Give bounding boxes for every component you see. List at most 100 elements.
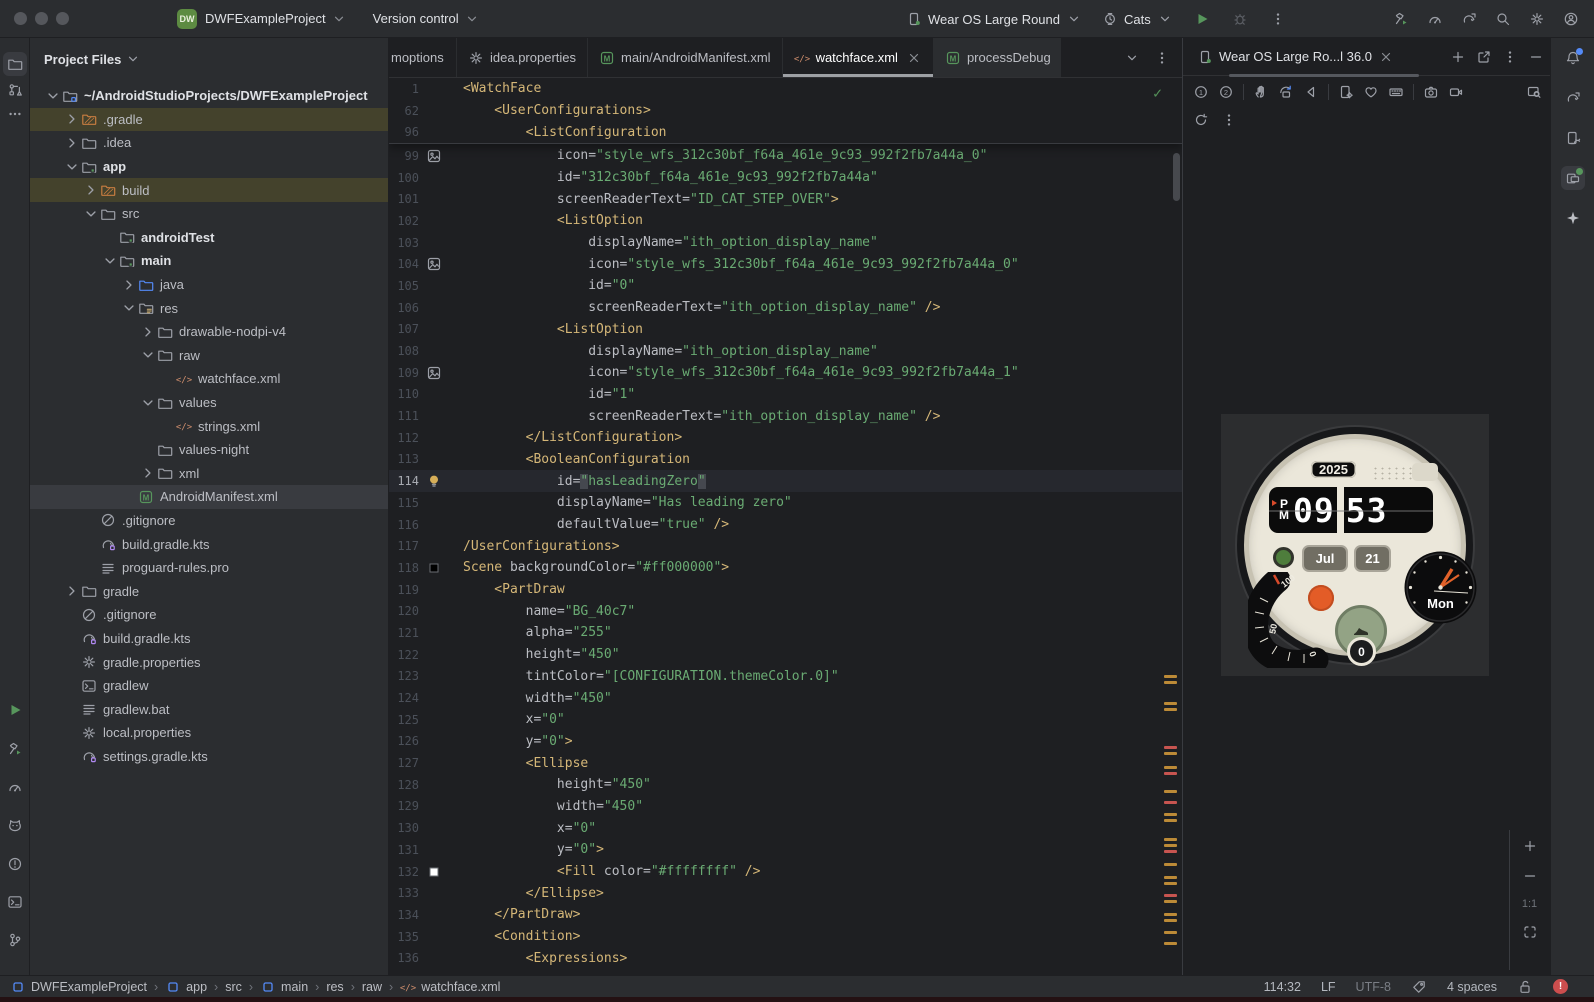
warning-stripe-mark[interactable] <box>1164 913 1177 916</box>
chevron-right-icon[interactable] <box>139 323 157 341</box>
tool-stripe-problems[interactable] <box>3 852 27 876</box>
tree-row-strings.xml[interactable]: </>strings.xml <box>30 414 388 438</box>
code-line-132[interactable]: 132 <Fill color="#ffffffff" /> <box>389 861 1182 883</box>
code-line-116[interactable]: 116 defaultValue="true" /> <box>389 514 1182 536</box>
tree-row-raw[interactable]: raw <box>30 344 388 368</box>
device-screen[interactable]: 2025 P M 09 53 Jul 21 <box>1221 414 1489 676</box>
tree-row-gradle[interactable]: gradle <box>30 579 388 603</box>
tree-row-.gitignore[interactable]: .gitignore <box>30 509 388 533</box>
code-line-112[interactable]: 112 </ListConfiguration> <box>389 427 1182 449</box>
warning-stripe-mark[interactable] <box>1164 838 1177 841</box>
tree-row-androidmanifest.xml[interactable]: MAndroidManifest.xml <box>30 485 388 509</box>
warning-stripe-mark[interactable] <box>1164 931 1177 934</box>
code-line-107[interactable]: 107 <ListOption <box>389 319 1182 341</box>
chevron-right-icon[interactable] <box>120 276 138 294</box>
tree-row-androidtest[interactable]: androidTest <box>30 226 388 250</box>
warning-stripe-mark[interactable] <box>1164 876 1177 879</box>
image-gutter-icon[interactable] <box>419 256 449 272</box>
chevron-down-icon[interactable] <box>120 299 138 317</box>
close-icon[interactable] <box>906 50 922 66</box>
close-icon[interactable] <box>1378 49 1394 65</box>
more-run-actions-icon[interactable] <box>1261 0 1295 38</box>
gradle-sync-icon[interactable] <box>1452 0 1486 38</box>
run-button[interactable] <box>1185 0 1219 38</box>
chevron-down-icon[interactable] <box>63 158 81 176</box>
tree-row-build.gradle.kts[interactable]: build.gradle.kts <box>30 532 388 556</box>
chevron-down-icon[interactable] <box>82 205 100 223</box>
hardware-button-1-icon[interactable]: 1 <box>1193 84 1209 100</box>
code-line-124[interactable]: 124 width="450" <box>389 687 1182 709</box>
code-line-131[interactable]: 131 y="0"> <box>389 839 1182 861</box>
hardware-input-icon[interactable] <box>1388 84 1404 100</box>
bulb-gutter-icon[interactable] <box>419 473 449 489</box>
build-hammer-icon[interactable] <box>1384 0 1418 38</box>
code-line-101[interactable]: 101 screenReaderText="ID_CAT_STEP_OVER"> <box>389 188 1182 210</box>
tree-row-values-night[interactable]: values-night <box>30 438 388 462</box>
window-zoom-button[interactable] <box>56 12 69 25</box>
code-line-105[interactable]: 105 id="0" <box>389 275 1182 297</box>
error-indicator[interactable]: ! <box>1553 979 1568 994</box>
palm-button-icon[interactable] <box>1253 84 1269 100</box>
code-line-136[interactable]: 136 <Expressions> <box>389 947 1182 969</box>
reset-view-icon[interactable] <box>1193 112 1209 128</box>
image-gutter-icon[interactable] <box>419 148 449 164</box>
debug-button[interactable] <box>1223 0 1257 38</box>
tree-row-gradlew.bat[interactable]: gradlew.bat <box>30 697 388 721</box>
zoom-in-icon[interactable] <box>1522 838 1538 854</box>
warning-stripe-mark[interactable] <box>1164 766 1177 769</box>
editor-tab-watchface.xml[interactable]: </>watchface.xml <box>783 38 934 77</box>
tree-row-.idea[interactable]: .idea <box>30 131 388 155</box>
take-screenshot-icon[interactable] <box>1423 84 1439 100</box>
image-gutter-icon[interactable] <box>419 365 449 381</box>
swatch-black-gutter-icon[interactable] <box>419 560 449 576</box>
code-line-104[interactable]: 104 icon="style_wfs_312c30bf_f64a_461e_9… <box>389 253 1182 275</box>
code-line-106[interactable]: 106 screenReaderText="ith_option_display… <box>389 297 1182 319</box>
tilt-device-icon[interactable] <box>1278 84 1294 100</box>
editor-tab-main-androidmanifest.xml[interactable]: Mmain/AndroidManifest.xml <box>588 38 783 77</box>
warning-stripe-mark[interactable] <box>1164 702 1177 705</box>
tool-stripe-notifications[interactable] <box>1561 46 1585 70</box>
breadcrumb-res[interactable]: res <box>326 980 343 994</box>
device-tab[interactable]: Wear OS Large Ro...l 36.0 <box>1183 49 1402 65</box>
chevron-right-icon[interactable] <box>63 582 81 600</box>
record-screen-icon[interactable] <box>1448 84 1464 100</box>
code-line-120[interactable]: 120 name="BG_40c7" <box>389 600 1182 622</box>
tree-row-gradle.properties[interactable]: gradle.properties <box>30 650 388 674</box>
warning-stripe-mark[interactable] <box>1164 819 1177 822</box>
code-line-130[interactable]: 130 x="0" <box>389 817 1182 839</box>
code-line-129[interactable]: 129 width="450" <box>389 796 1182 818</box>
tool-stripe-run-play[interactable] <box>3 698 27 722</box>
code-line-102[interactable]: 102 <ListOption <box>389 210 1182 232</box>
screen-magnify-icon[interactable] <box>1526 84 1542 100</box>
tree-row-proguard-rules.pro[interactable]: proguard-rules.pro <box>30 556 388 580</box>
tool-stripe-gradle[interactable] <box>1561 86 1585 110</box>
chevron-right-icon[interactable] <box>139 464 157 482</box>
code-line-121[interactable]: 121 alpha="255" <box>389 622 1182 644</box>
tree-row-androidstudioprojectsdwfexampleproject[interactable]: ~/AndroidStudioProjects/DWFExampleProjec… <box>30 84 388 108</box>
error-stripe-mark[interactable] <box>1164 746 1177 749</box>
tool-stripe-gemini-sparkle[interactable] <box>1561 206 1585 230</box>
project-selector[interactable]: DWFExampleProject <box>205 11 347 27</box>
editor-tab-idea.properties[interactable]: idea.properties <box>457 38 588 77</box>
code-line-99[interactable]: 99 icon="style_wfs_312c30bf_f64a_461e_9c… <box>389 145 1182 167</box>
code-line-128[interactable]: 128 height="450" <box>389 774 1182 796</box>
tree-row-local.properties[interactable]: local.properties <box>30 721 388 745</box>
zoom-out-icon[interactable] <box>1522 868 1538 884</box>
tab-options-icon[interactable] <box>1154 50 1170 66</box>
file-encoding[interactable]: UTF-8 <box>1356 980 1391 994</box>
window-minimize-button[interactable] <box>35 12 48 25</box>
code-line-114[interactable]: 114 id="hasLeadingZero" <box>389 470 1182 492</box>
tool-stripe-more-tools[interactable] <box>3 102 27 126</box>
hardware-button-2-icon[interactable]: 2 <box>1218 84 1234 100</box>
code-line-1[interactable]: 1<WatchFace <box>389 78 1182 100</box>
line-ending[interactable]: LF <box>1321 980 1336 994</box>
vcs-widget[interactable]: Version control <box>373 11 480 27</box>
tree-row-java[interactable]: java <box>30 273 388 297</box>
tree-row-gradlew[interactable]: gradlew <box>30 674 388 698</box>
code-line-123[interactable]: 123 tintColor="[CONFIGURATION.themeColor… <box>389 666 1182 688</box>
warning-stripe-mark[interactable] <box>1164 900 1177 903</box>
tree-row-main[interactable]: main <box>30 249 388 273</box>
warning-stripe-mark[interactable] <box>1164 790 1177 793</box>
device-settings-icon[interactable] <box>1338 84 1354 100</box>
warning-stripe-mark[interactable] <box>1164 675 1177 678</box>
